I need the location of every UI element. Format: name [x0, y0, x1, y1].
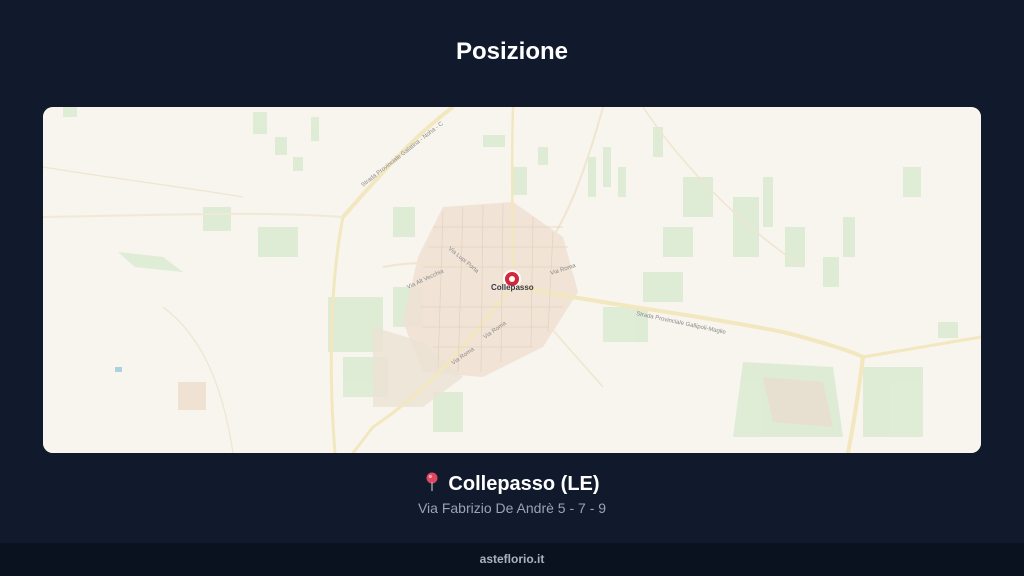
- map-canvas[interactable]: Strada Provinciale Galatina - Noha - C S…: [43, 107, 981, 453]
- location-title: Collepasso (LE): [0, 472, 1024, 498]
- pushpin-icon: [424, 472, 440, 498]
- location-address: Via Fabrizio De Andrè 5 - 7 - 9: [417, 500, 607, 516]
- town-label: Collepasso: [491, 283, 534, 292]
- footer: asteflorio.it: [0, 543, 1024, 576]
- location-name: Collepasso (LE): [448, 473, 600, 495]
- plot: [178, 382, 206, 410]
- page-title: Posizione: [455, 38, 569, 65]
- map-view[interactable]: Strada Provinciale Galatina - Noha - C S…: [43, 107, 981, 453]
- footer-site-link[interactable]: asteflorio.it: [480, 552, 545, 566]
- pond: [115, 367, 122, 372]
